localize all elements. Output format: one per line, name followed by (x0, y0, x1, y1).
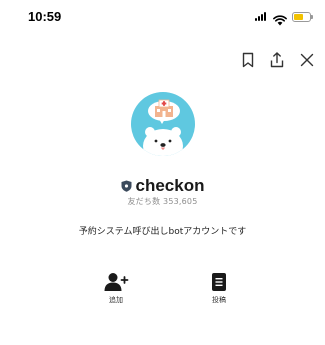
post-button[interactable]: 投稿 (199, 272, 239, 305)
profile-name-row: checkon (0, 176, 325, 196)
share-icon[interactable] (268, 51, 286, 69)
account-description: 予約システム呼び出しbotアカウントです (78, 227, 247, 237)
bookmark-icon[interactable] (239, 51, 257, 69)
verified-badge-icon (121, 177, 132, 192)
signal-icon (255, 12, 267, 21)
post-label: 投稿 (212, 296, 226, 304)
friends-count: 友だち数 353,605 (0, 196, 325, 207)
profile-screen: 10:59 checkon 友だち数 353,605 予約システム呼び出しbot… (0, 0, 325, 345)
friends-label: 友だち数 (127, 197, 161, 206)
battery-icon (292, 12, 313, 22)
add-friend-button[interactable]: 追加 (96, 272, 136, 305)
account-name: checkon (135, 176, 205, 195)
status-time: 10:59 (28, 9, 62, 24)
add-friend-label: 追加 (109, 296, 123, 304)
close-icon[interactable] (298, 51, 316, 69)
post-icon (199, 272, 239, 292)
wifi-icon (273, 11, 287, 26)
friends-number: 353,605 (163, 197, 198, 206)
add-friend-icon (96, 272, 136, 292)
avatar (131, 92, 195, 156)
